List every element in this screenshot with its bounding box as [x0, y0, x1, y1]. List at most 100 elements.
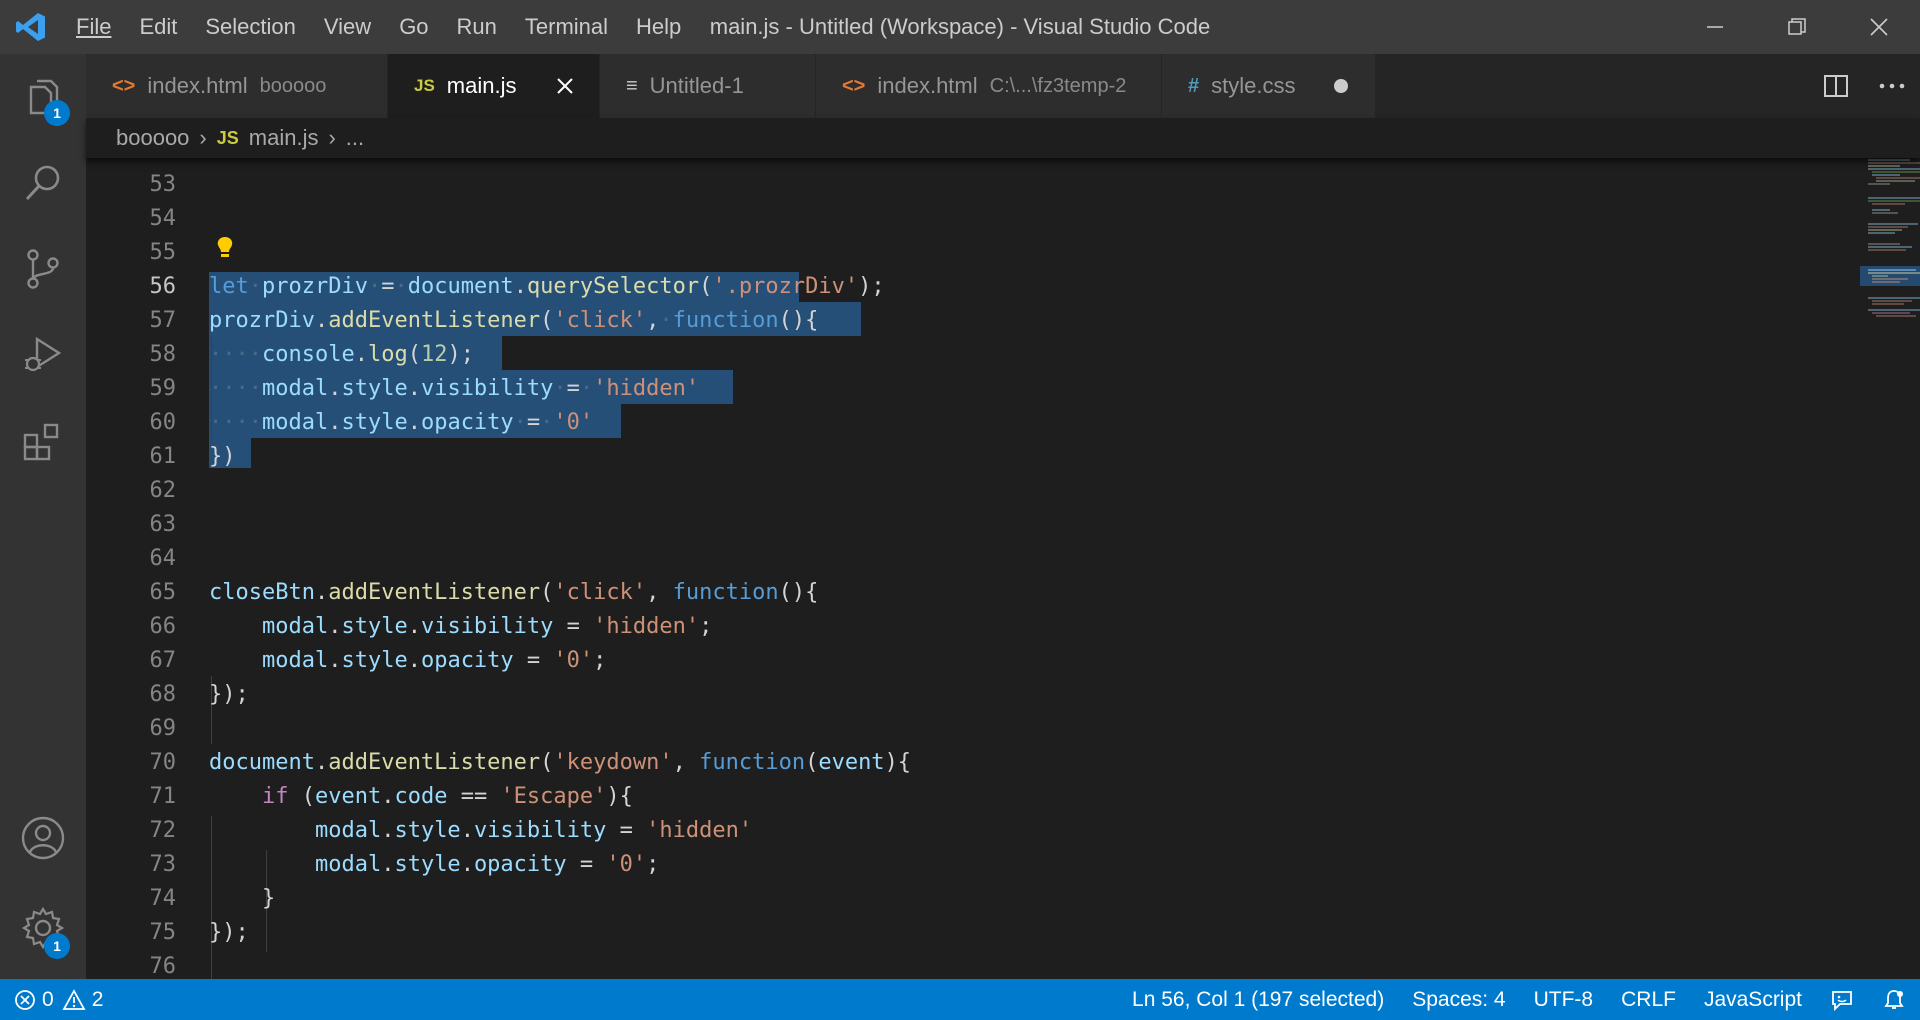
menu-selection[interactable]: Selection	[191, 0, 310, 54]
code-line-59: ····modal.style.visibility·=·'hidden'	[209, 376, 700, 401]
tab-untitled-1[interactable]: ≡ Untitled-1	[600, 54, 816, 118]
cursor-position[interactable]: Ln 56, Col 1 (197 selected)	[1118, 979, 1398, 1020]
html-file-icon: <>	[842, 74, 866, 97]
code-area[interactable]: let·prozrDiv·=·document.querySelector('.…	[209, 158, 1769, 979]
minimize-icon	[1707, 26, 1723, 28]
minimize-button[interactable]	[1674, 0, 1756, 54]
code-line-57: prozrDiv.addEventListener('click',·funct…	[209, 308, 819, 333]
chevron-right-icon: ›	[328, 125, 336, 150]
more-actions-button[interactable]	[1864, 54, 1920, 118]
code-line-56: let·prozrDiv·=·document.querySelector('.…	[209, 274, 885, 299]
code-line-76: });	[209, 920, 249, 945]
text-file-icon: ≡	[626, 74, 638, 97]
line-number: 63	[149, 512, 177, 537]
tab-label: Untitled-1	[649, 73, 744, 98]
menu-edit[interactable]: Edit	[125, 0, 191, 54]
code-line-66: closeBtn.addEventListener('click', funct…	[209, 580, 819, 605]
code-line-58: ····console.log(12);	[209, 342, 474, 367]
breadcrumb-file[interactable]: main.js	[249, 125, 319, 151]
line-number: 52	[86, 158, 177, 168]
restore-button[interactable]	[1756, 0, 1838, 54]
unsaved-dot-icon[interactable]	[1327, 72, 1355, 100]
breadcrumb-symbol[interactable]: ...	[346, 125, 364, 151]
warning-icon	[62, 988, 86, 1010]
line-number: 68	[149, 682, 177, 707]
title-bar: File Edit Selection View Go Run Terminal…	[0, 0, 1920, 54]
close-icon	[1870, 18, 1888, 36]
close-icon	[557, 78, 573, 94]
line-number: 61	[149, 444, 177, 469]
current-line-number: 56	[149, 274, 177, 299]
search-button[interactable]	[0, 140, 86, 226]
menu-help[interactable]: Help	[622, 0, 695, 54]
code-line-74: modal.style.opacity = '0';	[314, 852, 660, 877]
language-mode[interactable]: JavaScript	[1690, 979, 1816, 1020]
breadcrumb-folder[interactable]: booooo	[116, 125, 189, 151]
line-number: 71	[149, 784, 177, 809]
accounts-button[interactable]	[0, 795, 86, 881]
line-number: 55	[149, 240, 177, 265]
split-editor-button[interactable]	[1808, 54, 1864, 118]
line-number: 73	[149, 852, 177, 877]
bell-icon	[1884, 989, 1904, 1009]
tab-description: booooo	[259, 74, 327, 97]
tab-index-html-booooo[interactable]: <> index.html booooo	[86, 54, 388, 118]
code-line-71: document.addEventListener('keydown', fun…	[209, 750, 912, 775]
line-number: 67	[149, 648, 177, 673]
activity-bar: 1 1	[0, 54, 86, 979]
feedback-button[interactable]	[1816, 979, 1868, 1020]
tab-style-css[interactable]: # style.css	[1162, 54, 1376, 118]
line-number: 53	[149, 172, 177, 197]
source-control-button[interactable]	[0, 226, 86, 312]
encoding[interactable]: UTF-8	[1520, 979, 1608, 1020]
line-number: 57	[149, 308, 177, 333]
ellipsis-icon	[1879, 83, 1905, 89]
code-line-61: })	[209, 444, 236, 469]
html-file-icon: <>	[112, 74, 136, 97]
line-number: 72	[149, 818, 177, 843]
editor-actions	[1808, 54, 1920, 118]
restore-icon	[1788, 18, 1806, 35]
menu-bar: File Edit Selection View Go Run Terminal…	[62, 0, 695, 54]
line-number: 62	[149, 478, 177, 503]
extensions-button[interactable]	[0, 398, 86, 484]
run-debug-button[interactable]	[0, 312, 86, 398]
line-number: 70	[149, 750, 177, 775]
tab-index-html-fz3temp[interactable]: <> index.html C:\...\fz3temp-2	[816, 54, 1162, 118]
menu-view[interactable]: View	[310, 0, 385, 54]
line-number: 59	[149, 376, 177, 401]
status-bar: 0 2 Ln 56, Col 1 (197 selected) Spaces: …	[0, 979, 1920, 1020]
tab-close-button[interactable]	[551, 72, 579, 100]
notifications-button[interactable]	[1868, 979, 1920, 1020]
line-number: 60	[149, 410, 177, 435]
error-count: 0	[42, 987, 54, 1011]
tab-label: index.html	[877, 73, 978, 98]
code-line-69: });	[209, 682, 249, 707]
dirty-dot-icon	[1334, 79, 1348, 93]
tab-main-js[interactable]: JS main.js	[388, 54, 600, 118]
tab-label: style.css	[1211, 73, 1296, 98]
code-editor[interactable]: 52 53 54 55 56 57 58 59 60 61 62 63 64 6…	[86, 158, 1920, 979]
code-line-67: modal.style.visibility = 'hidden';	[261, 614, 713, 639]
tab-label: main.js	[446, 73, 517, 98]
menu-run[interactable]: Run	[443, 0, 511, 54]
split-editor-icon	[1824, 75, 1848, 97]
end-of-line[interactable]: CRLF	[1607, 979, 1690, 1020]
code-line-72: if (event.code == 'Escape'){	[261, 784, 633, 809]
menu-go[interactable]: Go	[385, 0, 442, 54]
manage-button[interactable]: 1	[0, 885, 86, 971]
line-number: 75	[149, 920, 177, 945]
line-number: 76	[149, 954, 177, 979]
line-number: 65	[149, 580, 177, 605]
editor-tab-bar: <> index.html booooo JS main.js ≡ Untitl…	[86, 54, 1920, 118]
explorer-button[interactable]: 1	[0, 54, 86, 140]
minimap[interactable]	[1860, 158, 1920, 979]
menu-terminal[interactable]: Terminal	[511, 0, 622, 54]
close-window-button[interactable]	[1838, 0, 1920, 54]
run-debug-icon	[25, 336, 62, 372]
line-number: 64	[149, 546, 177, 571]
indentation[interactable]: Spaces: 4	[1398, 979, 1519, 1020]
problems-indicator[interactable]: 0 2	[0, 979, 117, 1020]
menu-file[interactable]: File	[62, 0, 125, 54]
search-icon	[25, 165, 60, 201]
